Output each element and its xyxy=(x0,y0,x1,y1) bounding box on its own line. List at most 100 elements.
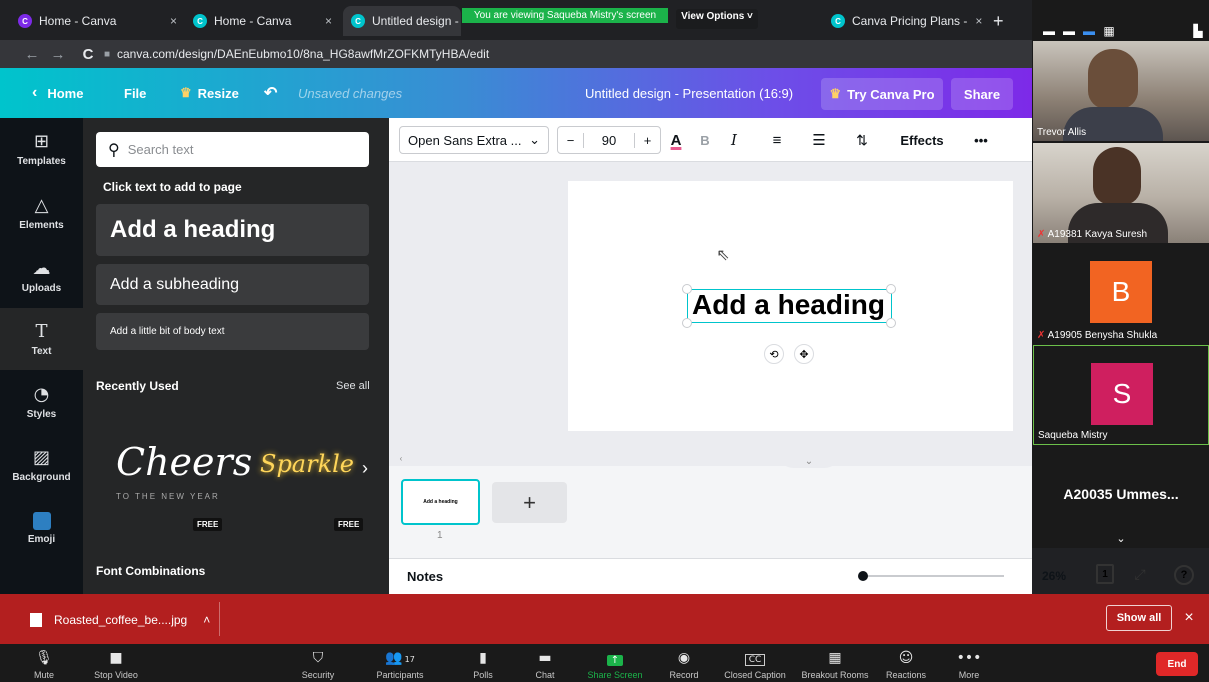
breakout-rooms-button[interactable]: ▦ Breakout Rooms xyxy=(797,646,873,682)
file-menu[interactable]: File xyxy=(124,68,146,118)
participant-tile[interactable]: Trevor Allis xyxy=(1033,41,1209,141)
chevron-left-icon[interactable]: ‹ xyxy=(396,452,406,464)
list-icon[interactable]: ☰ xyxy=(808,126,830,154)
effects-button[interactable]: Effects xyxy=(896,126,948,154)
participant-tile[interactable]: B ✗ A19905 Benysha Shukla xyxy=(1033,244,1209,344)
text-selection-box[interactable]: Add a heading xyxy=(687,289,892,323)
bold-icon[interactable]: B xyxy=(695,126,715,154)
url-text[interactable]: canva.com/design/DAEnEubmo10/8na_HG8awfM… xyxy=(117,44,489,64)
expand-pages-handle[interactable]: ⌄ xyxy=(779,454,839,468)
zoom-level[interactable]: 26% xyxy=(1042,569,1066,583)
new-tab-button[interactable]: + xyxy=(985,6,1015,36)
pin-icon[interactable]: ▙ xyxy=(1190,24,1206,38)
spacing-icon[interactable]: ⇅ xyxy=(850,126,874,154)
participant-name: A20035 Ummes... xyxy=(1063,486,1179,502)
view-options-button[interactable]: View Options ˅ xyxy=(676,9,758,29)
undo-icon[interactable]: ↶ xyxy=(264,68,277,118)
add-subheading-button[interactable]: Add a subheading xyxy=(96,264,369,305)
chevron-right-icon[interactable]: › xyxy=(358,458,372,478)
participants-button[interactable]: 👥 17 Participants xyxy=(372,646,428,682)
close-tab-icon[interactable]: × xyxy=(162,14,177,28)
nav-templates[interactable]: ⊞ Templates xyxy=(0,118,83,180)
stop-video-button[interactable]: ■ Stop Video xyxy=(90,646,142,682)
forward-arrow-icon[interactable]: → xyxy=(48,44,68,64)
font-family-select[interactable]: Open Sans Extra ... ⌄ xyxy=(399,126,549,154)
align-center-icon[interactable]: ≡ xyxy=(766,126,788,154)
recent-text-cheers[interactable]: Cheers TO THE NEW YEAR FREE xyxy=(96,410,252,540)
browser-tab[interactable]: C Home - Canva × xyxy=(185,6,340,36)
more-options-button[interactable]: ••• xyxy=(966,126,996,154)
resize-handle[interactable] xyxy=(886,284,896,294)
share-screen-button[interactable]: ↑ Share Screen xyxy=(585,646,645,682)
browser-tab[interactable]: C Home - Canva × xyxy=(10,6,185,36)
move-icon[interactable]: ✥ xyxy=(794,344,814,364)
participant-name-label: A19905 Benysha Shukla xyxy=(1047,330,1158,341)
browser-tab-active[interactable]: C Untitled design - Pr xyxy=(343,6,461,36)
add-body-text-button[interactable]: Add a little bit of body text xyxy=(96,313,369,350)
italic-icon[interactable]: I xyxy=(724,126,744,154)
close-download-bar-button[interactable]: × xyxy=(1181,608,1197,628)
text-color-icon[interactable]: A xyxy=(664,126,688,154)
close-tab-icon[interactable]: × xyxy=(317,14,332,28)
nav-text[interactable]: T Text xyxy=(0,308,83,370)
resize-handle[interactable] xyxy=(886,318,896,328)
participant-avatar: S xyxy=(1091,363,1153,425)
page-count-button[interactable]: 1 xyxy=(1096,564,1114,584)
more-button[interactable]: ••• More xyxy=(954,646,984,682)
notes-button[interactable]: Notes xyxy=(407,569,443,584)
add-heading-button[interactable]: Add a heading xyxy=(96,204,369,256)
nav-elements[interactable]: △ Elements xyxy=(0,182,83,244)
minimize-icon[interactable]: ▬ xyxy=(1062,24,1076,38)
chevron-down-icon[interactable]: ⌄ xyxy=(1114,532,1128,545)
zoom-slider-thumb[interactable] xyxy=(858,571,868,581)
recent-text-sparkle[interactable]: Sparkle FREE xyxy=(254,410,369,540)
rotate-icon[interactable]: ⟲ xyxy=(764,344,784,364)
speaker-view-icon[interactable]: ▬ xyxy=(1082,24,1096,38)
gallery-view-icon[interactable]: ▦ xyxy=(1102,24,1116,38)
nav-styles[interactable]: ◔ Styles xyxy=(0,371,83,433)
resize-button[interactable]: ♛ Resize xyxy=(180,68,239,118)
chat-button[interactable]: ▬ Chat xyxy=(530,646,560,682)
home-button[interactable]: ‹ Home xyxy=(32,68,83,118)
fullscreen-icon[interactable]: ⤢ xyxy=(1130,564,1150,584)
font-size-input[interactable]: 90 xyxy=(584,133,634,148)
search-input[interactable]: ⚲ Search text xyxy=(96,132,369,167)
download-file-name: Roasted_coffee_be....jpg xyxy=(54,613,188,627)
increase-size-button[interactable]: + xyxy=(634,132,660,148)
page-thumbnail[interactable]: Add a heading xyxy=(401,479,480,525)
nav-background[interactable]: ▨ Background xyxy=(0,434,83,496)
closed-caption-button[interactable]: CC Closed Caption xyxy=(720,646,790,682)
document-title[interactable]: Untitled design - Presentation (16:9) xyxy=(585,68,793,118)
show-all-button[interactable]: Show all xyxy=(1106,605,1172,631)
add-page-button[interactable]: + xyxy=(492,482,567,523)
nav-emoji[interactable]: Emoji xyxy=(0,497,83,559)
reactions-button[interactable]: ☺ Reactions xyxy=(884,646,928,682)
canvas-heading[interactable]: Add a heading xyxy=(687,289,890,321)
zoom-slider-track[interactable] xyxy=(862,575,1004,577)
download-item[interactable]: Roasted_coffee_be....jpg ˄ xyxy=(30,610,220,630)
resize-handle[interactable] xyxy=(682,284,692,294)
nav-label: Background xyxy=(12,472,71,483)
try-canva-pro-button[interactable]: ♛ Try Canva Pro xyxy=(821,78,943,110)
resize-handle[interactable] xyxy=(682,318,692,328)
see-all-link[interactable]: See all xyxy=(336,380,370,392)
stop-video-label: Stop Video xyxy=(94,670,138,680)
participant-name: Trevor Allis xyxy=(1037,127,1087,138)
participant-tile[interactable]: ✗ A19381 Kavya Suresh xyxy=(1033,143,1209,243)
minimize-icon[interactable]: ▬ xyxy=(1042,24,1056,38)
close-tab-icon[interactable]: × xyxy=(967,14,982,28)
tab-label: Home - Canva xyxy=(214,14,292,28)
decrease-size-button[interactable]: − xyxy=(558,132,584,148)
security-button[interactable]: ⛉ Security xyxy=(298,646,338,682)
share-button[interactable]: Share xyxy=(951,78,1013,110)
end-meeting-button[interactable]: End xyxy=(1156,652,1198,676)
participant-tile-active[interactable]: S Saqueba Mistry xyxy=(1033,345,1209,445)
polls-button[interactable]: ▮ Polls xyxy=(468,646,498,682)
help-button[interactable]: ? xyxy=(1174,565,1194,585)
reload-icon[interactable]: C xyxy=(78,44,98,64)
nav-uploads[interactable]: ☁ Uploads xyxy=(0,245,83,307)
mute-button[interactable]: 🎙 Mute xyxy=(24,646,64,682)
back-arrow-icon[interactable]: ← xyxy=(22,44,42,64)
browser-tab[interactable]: C Canva Pricing Plans - × xyxy=(823,6,983,36)
record-button[interactable]: ◉ Record xyxy=(666,646,702,682)
